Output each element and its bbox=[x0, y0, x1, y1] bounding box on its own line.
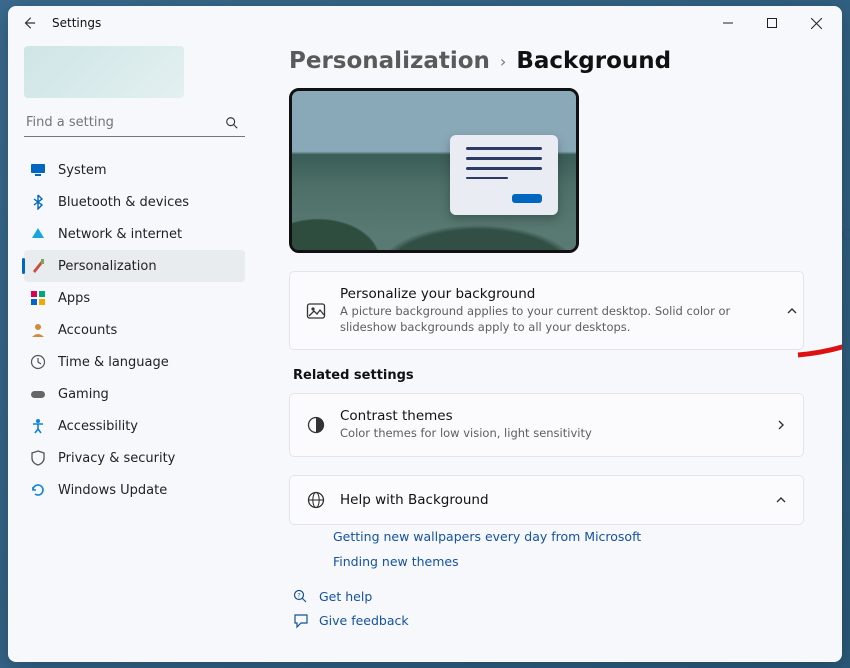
sidebar-item-privacy-security[interactable]: Privacy & security bbox=[24, 442, 245, 474]
contrast-icon bbox=[306, 415, 326, 435]
bluetooth-icon bbox=[30, 194, 46, 210]
sidebar-item-label: Gaming bbox=[58, 387, 109, 402]
breadcrumb-parent[interactable]: Personalization bbox=[289, 48, 490, 74]
breadcrumb-current: Background bbox=[516, 48, 671, 74]
sidebar: System Bluetooth & devices Network & inter… bbox=[8, 40, 253, 662]
sidebar-item-bluetooth-devices[interactable]: Bluetooth & devices bbox=[24, 186, 245, 218]
gamepad-icon bbox=[30, 386, 46, 402]
main-content: Personalization › Background Personalize… bbox=[253, 40, 842, 662]
card-title: Help with Background bbox=[340, 492, 489, 508]
sidebar-item-apps[interactable]: Apps bbox=[24, 282, 245, 314]
card-title: Personalize your background bbox=[340, 286, 787, 302]
minimize-button[interactable] bbox=[706, 6, 750, 40]
sidebar-item-label: Time & language bbox=[58, 355, 169, 370]
link-label: Give feedback bbox=[319, 613, 409, 628]
sidebar-item-label: Bluetooth & devices bbox=[58, 195, 189, 210]
clock-icon bbox=[30, 354, 46, 370]
chevron-up-icon bbox=[786, 305, 798, 317]
sidebar-item-label: Privacy & security bbox=[58, 451, 175, 466]
help-icon: ? bbox=[293, 589, 309, 605]
back-button[interactable] bbox=[12, 10, 46, 36]
sidebar-item-windows-update[interactable]: Windows Update bbox=[24, 474, 245, 506]
give-feedback-link[interactable]: Give feedback bbox=[293, 613, 818, 629]
sidebar-item-accessibility[interactable]: Accessibility bbox=[24, 410, 245, 442]
picture-icon bbox=[306, 301, 326, 321]
sidebar-item-label: Accounts bbox=[58, 323, 117, 338]
chevron-right-icon bbox=[775, 419, 787, 431]
sidebar-item-system[interactable]: System bbox=[24, 154, 245, 186]
sidebar-item-label: Network & internet bbox=[58, 227, 182, 242]
person-icon bbox=[30, 322, 46, 338]
close-button[interactable] bbox=[794, 6, 838, 40]
svg-text:?: ? bbox=[297, 591, 300, 599]
personalize-background-card[interactable]: Personalize your background A picture ba… bbox=[289, 271, 804, 350]
search-box[interactable] bbox=[24, 111, 245, 137]
shield-icon bbox=[30, 450, 46, 466]
chevron-up-icon bbox=[775, 494, 787, 506]
titlebar: Settings bbox=[8, 6, 842, 40]
get-help-link[interactable]: ? Get help bbox=[293, 589, 818, 605]
window-title: Settings bbox=[52, 16, 101, 30]
globe-icon bbox=[306, 490, 326, 510]
help-link[interactable]: Finding new themes bbox=[333, 554, 814, 569]
help-with-background-card[interactable]: Help with Background bbox=[289, 475, 804, 525]
search-icon bbox=[225, 116, 239, 130]
link-label: Get help bbox=[319, 589, 372, 604]
brush-icon bbox=[30, 258, 46, 274]
preview-dialog bbox=[450, 135, 558, 215]
help-link[interactable]: Getting new wallpapers every day from Mi… bbox=[333, 529, 814, 544]
desktop-preview bbox=[289, 88, 579, 253]
sidebar-item-label: Windows Update bbox=[58, 483, 167, 498]
sidebar-item-network-internet[interactable]: Network & internet bbox=[24, 218, 245, 250]
monitor-icon bbox=[30, 162, 46, 178]
card-title: Contrast themes bbox=[340, 408, 592, 424]
maximize-button[interactable] bbox=[750, 6, 794, 40]
accessibility-icon bbox=[30, 418, 46, 434]
settings-window: Settings System Bluetooth & devices Networ… bbox=[8, 6, 842, 662]
sidebar-item-label: Apps bbox=[58, 291, 90, 306]
sidebar-item-gaming[interactable]: Gaming bbox=[24, 378, 245, 410]
sidebar-item-personalization[interactable]: Personalization bbox=[24, 250, 245, 282]
breadcrumb: Personalization › Background bbox=[289, 48, 818, 74]
related-settings-label: Related settings bbox=[293, 368, 818, 383]
apps-icon bbox=[30, 290, 46, 306]
card-desc: Color themes for low vision, light sensi… bbox=[340, 426, 592, 442]
card-desc: A picture background applies to your cur… bbox=[340, 304, 787, 335]
user-block[interactable] bbox=[24, 46, 184, 98]
wifi-icon bbox=[30, 226, 46, 242]
sidebar-item-label: Accessibility bbox=[58, 419, 138, 434]
feedback-icon bbox=[293, 613, 309, 629]
sidebar-item-time-language[interactable]: Time & language bbox=[24, 346, 245, 378]
contrast-themes-card[interactable]: Contrast themes Color themes for low vis… bbox=[289, 393, 804, 457]
chevron-right-icon: › bbox=[500, 52, 506, 71]
sidebar-item-label: System bbox=[58, 163, 106, 178]
search-input[interactable] bbox=[26, 115, 225, 130]
sidebar-item-accounts[interactable]: Accounts bbox=[24, 314, 245, 346]
sidebar-item-label: Personalization bbox=[58, 259, 157, 274]
update-icon bbox=[30, 482, 46, 498]
